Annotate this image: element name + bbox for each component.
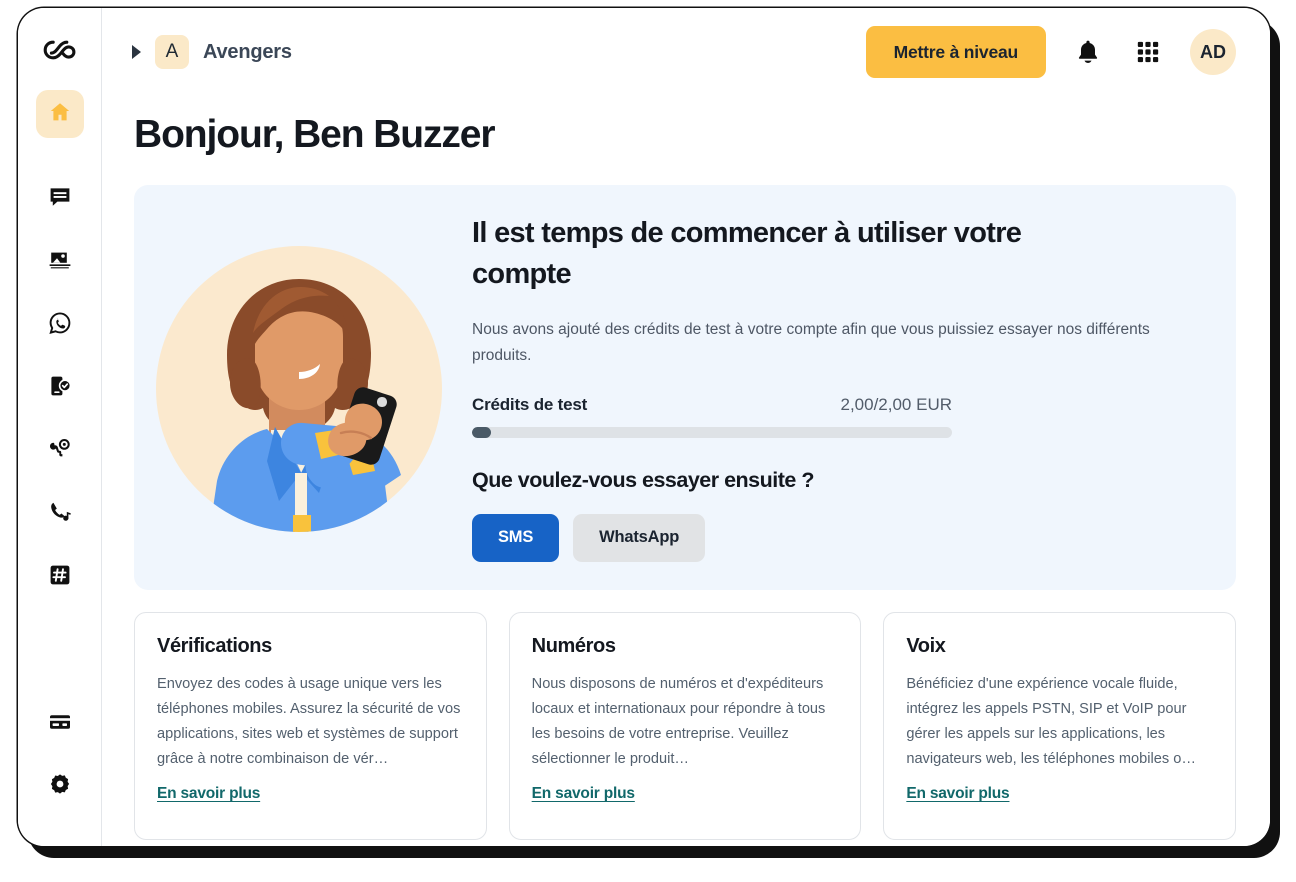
workspace-name[interactable]: Avengers <box>203 41 292 64</box>
bell-icon[interactable] <box>1070 34 1106 70</box>
hero-title: Il est temps de commencer à utiliser vot… <box>472 216 1022 291</box>
gear-icon <box>48 772 72 801</box>
workspace-avatar[interactable]: A <box>155 35 189 69</box>
product-card[interactable]: Voix Bénéficiez d'une expérience vocale … <box>883 611 1236 840</box>
credits-value: 2,00/2,00 EUR <box>840 394 952 414</box>
sidebar <box>18 8 102 846</box>
breadcrumb: A Avengers <box>132 35 292 69</box>
topbar-actions: Mettre à niveau AD <box>865 26 1236 78</box>
sidebar-item-verification[interactable] <box>36 364 84 412</box>
credits-progress-bar <box>472 426 952 438</box>
infinity-logo-icon[interactable] <box>36 26 84 74</box>
product-cards: Vérifications Envoyez des codes à usage … <box>134 611 1236 840</box>
sidebar-item-lookup[interactable] <box>36 427 84 475</box>
credit-card-icon <box>48 710 72 739</box>
woman-with-phone-illustration <box>134 185 464 590</box>
sidebar-item-billing[interactable] <box>36 700 84 748</box>
card-description: Nous disposons de numéros et d'expéditeu… <box>531 675 826 768</box>
topbar: A Avengers Mettre à niveau AD <box>102 8 1270 96</box>
card-description: Bénéficiez d'une expérience vocale fluid… <box>906 675 1196 768</box>
phone-call-icon <box>48 500 72 529</box>
learn-more-link[interactable]: En savoir plus <box>906 785 1009 803</box>
hero-body: Il est temps de commencer à utiliser vot… <box>464 185 1236 590</box>
learn-more-link[interactable]: En savoir plus <box>532 785 635 803</box>
lookup-icon <box>48 437 72 466</box>
sidebar-bottom-group <box>18 700 101 824</box>
main-content: Bonjour, Ben Buzzer Il est temps de comm… <box>102 96 1270 846</box>
credits-row: Crédits de test 2,00/2,00 EUR <box>472 395 952 415</box>
sidebar-item-settings[interactable] <box>36 762 84 810</box>
card-title: Vérifications <box>157 634 272 657</box>
whatsapp-icon <box>48 311 72 340</box>
hero-actions: SMS WhatsApp <box>472 513 1196 562</box>
credits-progress-fill <box>472 426 492 438</box>
card-title: Voix <box>906 634 946 657</box>
try-sms-button[interactable]: SMS <box>472 513 560 562</box>
page-title: Bonjour, Ben Buzzer <box>134 113 496 156</box>
app-window: A Avengers Mettre à niveau AD Bonjour, B… <box>18 8 1270 846</box>
sidebar-item-voice[interactable] <box>36 490 84 538</box>
upgrade-button[interactable]: Mettre à niveau <box>865 26 1046 78</box>
chat-bubble-icon <box>48 185 72 214</box>
card-description: Envoyez des codes à usage unique vers le… <box>157 675 461 768</box>
home-icon <box>48 100 72 129</box>
credits-label: Crédits de test <box>472 394 588 414</box>
hash-icon <box>48 563 72 592</box>
product-card[interactable]: Vérifications Envoyez des codes à usage … <box>134 611 487 840</box>
content-column: A Avengers Mettre à niveau AD Bonjour, B… <box>102 8 1270 846</box>
hero-question: Que voulez-vous essayer ensuite ? <box>472 467 814 492</box>
avatar[interactable]: AD <box>1190 29 1236 75</box>
sidebar-item-numbers[interactable] <box>36 553 84 601</box>
learn-more-link[interactable]: En savoir plus <box>157 785 260 803</box>
grid-apps-icon[interactable] <box>1130 34 1166 70</box>
inbox-image-icon <box>48 248 72 277</box>
onboarding-hero-card: Il est temps de commencer à utiliser vot… <box>134 184 1236 590</box>
caret-right-icon[interactable] <box>132 45 141 59</box>
product-card[interactable]: Numéros Nous disposons de numéros et d'e… <box>508 611 862 840</box>
sidebar-item-inbox[interactable] <box>36 238 84 286</box>
sidebar-item-whatsapp[interactable] <box>36 301 84 349</box>
sidebar-item-home[interactable] <box>35 90 84 138</box>
try-whatsapp-button[interactable]: WhatsApp <box>573 513 706 562</box>
card-title: Numéros <box>531 634 616 657</box>
sidebar-item-messaging[interactable] <box>36 175 84 223</box>
phone-verify-icon <box>48 374 72 403</box>
hero-subtitle: Nous avons ajouté des crédits de test à … <box>472 321 1150 364</box>
